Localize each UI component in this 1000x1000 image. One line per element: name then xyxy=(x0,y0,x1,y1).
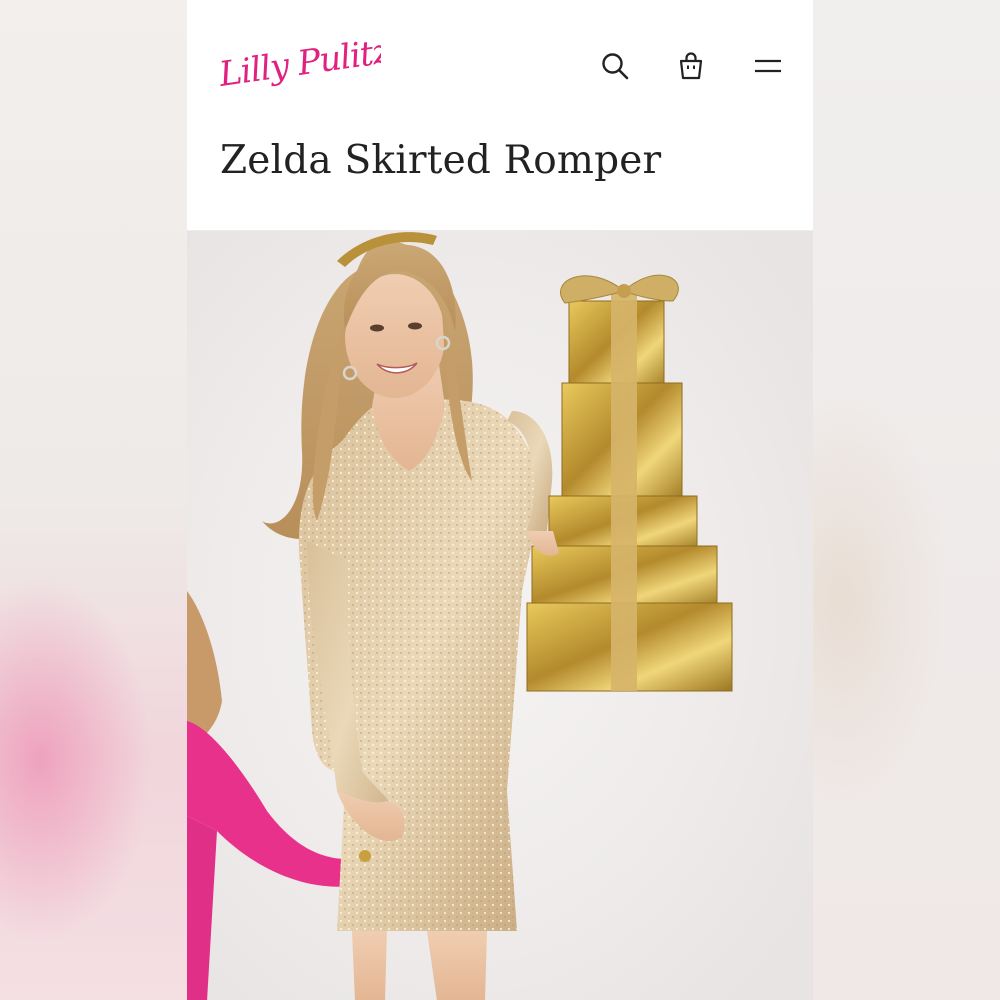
site-header: Lilly Pulitzer xyxy=(187,0,813,120)
svg-text:Lilly Pulitzer: Lilly Pulitzer xyxy=(217,26,381,95)
product-photo-illustration xyxy=(187,232,733,1000)
shopping-bag-icon xyxy=(679,52,703,80)
blurred-background-left xyxy=(0,0,187,1000)
blurred-background-right xyxy=(813,0,1000,1000)
product-title: Zelda Skirted Romper xyxy=(220,138,662,183)
shopping-bag-button[interactable] xyxy=(671,46,711,86)
product-image[interactable] xyxy=(187,230,813,1000)
search-button[interactable] xyxy=(595,46,635,86)
menu-button[interactable] xyxy=(748,46,788,86)
search-icon xyxy=(602,53,629,80)
menu-icon xyxy=(755,59,781,73)
product-page-screen: Lilly Pulitzer Zelda Skirted Romper xyxy=(187,0,813,1000)
brand-logo[interactable]: Lilly Pulitzer xyxy=(216,22,429,108)
gift-boxes xyxy=(526,274,733,692)
lilly-pulitzer-logo: Lilly Pulitzer xyxy=(216,26,429,95)
